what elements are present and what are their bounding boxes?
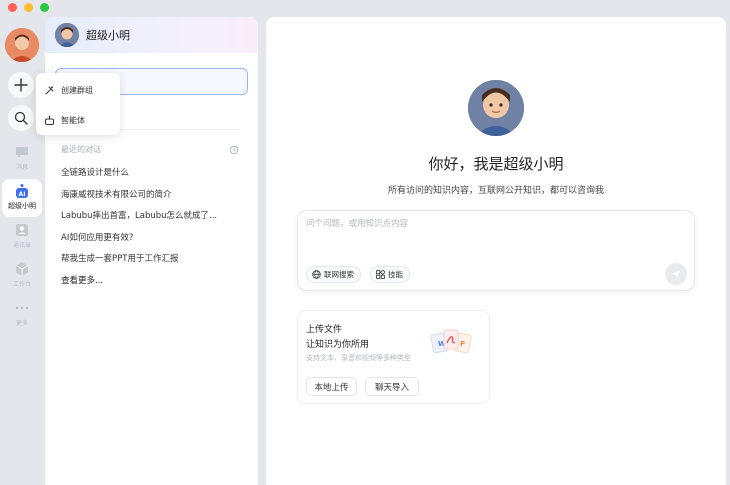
rail-item-workspace[interactable]: 工作台 — [2, 257, 42, 295]
welcome-title: 你好，我是超级小明 — [428, 155, 564, 173]
assistant-hero-avatar — [468, 80, 524, 136]
skills-grid-icon — [376, 270, 385, 279]
upload-title: 上传文件 — [306, 325, 343, 335]
web-search-chip[interactable]: 联网搜索 — [306, 266, 361, 283]
rail-item-label: 通讯录 — [12, 242, 31, 249]
assistant-avatar — [55, 23, 79, 47]
rail-item-label: 消息 — [15, 164, 28, 171]
message-composer: 联网搜索 技能 — [297, 210, 695, 291]
workspace-icon — [15, 262, 29, 276]
question-input[interactable] — [306, 219, 676, 229]
send-icon — [672, 270, 680, 278]
rail-item-label: 超级小明 — [8, 202, 36, 210]
search-icon — [14, 111, 28, 125]
chat-bubble-icon — [16, 147, 28, 158]
rail-item-messages[interactable]: 消息 — [2, 140, 42, 178]
chat-import-button[interactable]: 聊天导入 — [365, 377, 419, 396]
ai-robot-icon: AI — [16, 184, 28, 198]
local-upload-button[interactable]: 本地上传 — [306, 377, 357, 396]
welcome-subtitle: 所有访问的知识内容，互联网公开知识，都可以咨询我 — [387, 186, 604, 196]
panel-title: 超级小明 — [86, 29, 130, 42]
file-types-icon: W P — [430, 329, 472, 354]
rail-item-more[interactable]: 更多 — [2, 296, 42, 334]
upload-card: 上传文件 让知识为你所用 支持文本、录音和视频等多种类型 W P 本地上传 聊天… — [297, 310, 490, 404]
plus-icon — [14, 78, 28, 92]
conversation-item[interactable]: 全链路设计是什么 — [61, 166, 241, 188]
rail-item-contacts[interactable]: 通讯录 — [2, 218, 42, 256]
rail-item-label: 工作台 — [12, 281, 31, 288]
conversation-item[interactable]: 海康威视技术有限公司的简介 — [61, 188, 241, 210]
conversation-item[interactable]: 帮我生成一套PPT用于工作汇报 — [61, 252, 241, 274]
menu-item-label: 智能体 — [61, 115, 85, 125]
left-rail: 消息 AI 超级小明 通讯录 工作台 更多 — [0, 0, 44, 485]
svg-text:P: P — [460, 340, 465, 348]
agent-icon — [45, 115, 54, 125]
rail-item-label: 更多 — [15, 320, 28, 327]
conversation-item[interactable]: AI如何应用更有效? — [61, 231, 241, 253]
menu-item-label: 创建群组 — [61, 85, 93, 95]
create-group-icon — [45, 85, 54, 94]
recent-conversations-header: 最近的对话 — [61, 144, 239, 155]
upload-hint: 支持文本、录音和视频等多种类型 — [306, 354, 411, 362]
history-icon[interactable] — [229, 145, 239, 155]
contacts-icon — [16, 224, 28, 236]
main-content: 你好，我是超级小明 所有访问的知识内容，互联网公开知识，都可以咨询我 联网搜索 … — [266, 17, 726, 485]
conversation-item[interactable]: Labubu摔出首富，Labubu怎么就成了... — [61, 209, 241, 231]
recent-label: 最近的对话 — [61, 145, 101, 154]
globe-icon — [312, 270, 321, 279]
app-window: 消息 AI 超级小明 通讯录 工作台 更多 超级小明 最近的对话 全链路设计是什… — [0, 0, 730, 485]
new-button[interactable] — [8, 72, 34, 98]
menu-item-agent[interactable]: 智能体 — [36, 107, 120, 133]
user-avatar[interactable] — [5, 28, 39, 62]
rail-item-super-xiaoming[interactable]: AI 超级小明 — [2, 179, 42, 217]
create-popup-menu: 创建群组 智能体 — [36, 73, 120, 135]
upload-subtitle: 让知识为你所用 — [306, 340, 370, 350]
svg-text:AI: AI — [19, 191, 26, 198]
chip-label: 技能 — [388, 270, 403, 279]
search-button[interactable] — [8, 105, 34, 131]
conversation-list: 全链路设计是什么 海康威视技术有限公司的简介 Labubu摔出首富，Labubu… — [61, 166, 241, 295]
menu-item-create-group[interactable]: 创建群组 — [36, 77, 120, 103]
send-button[interactable] — [665, 263, 687, 285]
more-dots-icon — [15, 306, 29, 310]
chip-label: 联网搜索 — [324, 270, 354, 279]
skills-chip[interactable]: 技能 — [370, 266, 410, 283]
panel-header: 超级小明 — [45, 17, 258, 53]
view-more-link[interactable]: 查看更多... — [61, 274, 241, 296]
